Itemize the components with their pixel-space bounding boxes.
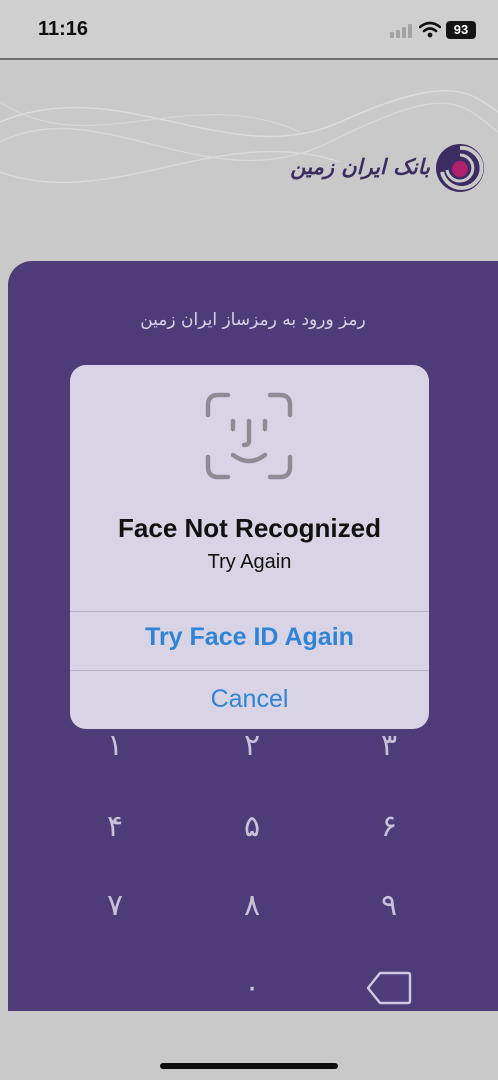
battery-icon: 93 [446,21,476,39]
keypad-key-8[interactable]: ۸ [222,876,282,936]
keypad-key-0[interactable]: ۰ [222,958,282,1018]
keypad-key-9[interactable]: ۹ [359,876,419,936]
status-time: 11:16 [38,18,89,40]
bank-logo-icon [436,144,484,192]
keypad-key-6[interactable]: ۶ [359,797,419,857]
cancel-button[interactable]: Cancel [70,671,429,729]
bottom-area [0,1011,498,1080]
alert-message: Try Again [207,551,292,573]
try-face-id-again-button[interactable]: Try Face ID Again [70,609,429,669]
signal-icon [390,24,412,38]
wifi-icon [419,21,441,38]
delete-key-icon[interactable] [366,970,412,1006]
home-indicator[interactable] [160,1063,338,1069]
keypad-key-4[interactable]: ۴ [85,797,145,857]
header: بانک ایران زمین [0,62,498,262]
alert-title: Face Not Recognized [118,513,381,543]
keypad-key-5[interactable]: ۵ [222,797,282,857]
bank-name: بانک ایران زمین [290,154,430,179]
keypad-key-7[interactable]: ۷ [85,876,145,936]
face-id-alert: Face Not Recognized Try Again Try Face I… [70,365,429,729]
passcode-title: رمز ورود به رمزساز ایران زمین [140,310,366,330]
status-bar: 11:16 93 [0,0,498,60]
face-id-icon [205,392,293,480]
